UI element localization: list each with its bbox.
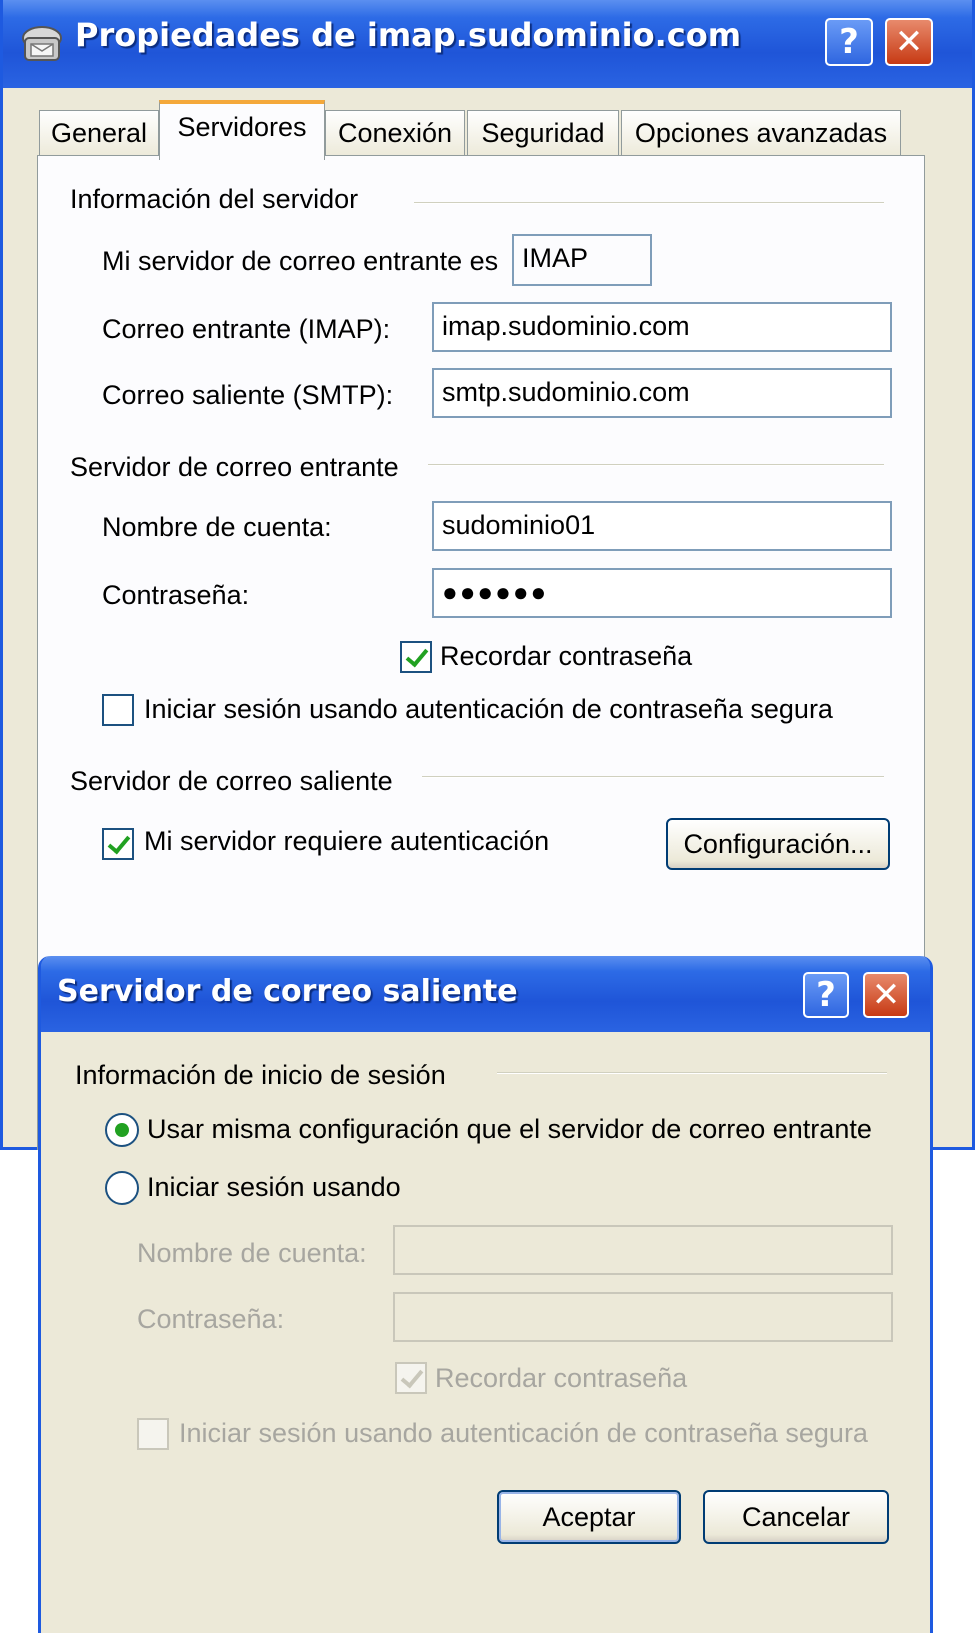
password-input[interactable]: ●●●●●● — [432, 568, 892, 618]
tab-conexion[interactable]: Conexión — [325, 110, 465, 158]
requires-auth-checkbox[interactable] — [102, 828, 134, 860]
incoming-server-label: Correo entrante (IMAP): — [102, 314, 391, 344]
spa-label: Iniciar sesión usando autenticación de c… — [144, 694, 833, 724]
password-label: Contraseña: — [102, 580, 250, 610]
dialog-password-label: Contraseña: — [137, 1304, 285, 1334]
tab-servidores[interactable]: Servidores — [159, 100, 325, 160]
incoming-server-heading: Servidor de correo entrante — [70, 452, 399, 482]
use-same-settings-radio[interactable] — [105, 1113, 139, 1147]
login-using-radio[interactable] — [105, 1171, 139, 1205]
dialog-remember-password-label: Recordar contraseña — [435, 1363, 688, 1393]
outgoing-server-heading: Servidor de correo saliente — [70, 766, 393, 796]
title-bar[interactable]: Propiedades de imap.sudominio.com ? ✕ — [3, 0, 972, 88]
login-info-heading: Información de inicio de sesión — [75, 1060, 446, 1090]
outgoing-server-input[interactable]: smtp.sudominio.com — [432, 368, 892, 418]
incoming-type-label: Mi servidor de correo entrante es — [102, 246, 499, 276]
dialog-remember-password-checkbox[interactable] — [395, 1362, 427, 1394]
server-info-heading: Información del servidor — [70, 184, 359, 214]
outgoing-server-label: Correo saliente (SMTP): — [102, 380, 394, 410]
tab-general[interactable]: General — [39, 110, 159, 158]
dialog-spa-label: Iniciar sesión usando autenticación de c… — [179, 1418, 868, 1448]
account-name-label: Nombre de cuenta: — [102, 512, 332, 542]
use-same-settings-label: Usar misma configuración que el servidor… — [147, 1114, 872, 1144]
account-name-input[interactable]: sudominio01 — [432, 501, 892, 551]
mail-account-icon — [22, 26, 62, 61]
dialog-account-input[interactable] — [393, 1225, 893, 1275]
dialog-help-button[interactable]: ? — [803, 972, 849, 1018]
dialog-password-input[interactable] — [393, 1292, 893, 1342]
separator — [414, 202, 884, 204]
help-button[interactable]: ? — [825, 18, 873, 66]
dialog-spa-checkbox[interactable] — [137, 1418, 169, 1450]
tab-opciones-avanzadas[interactable]: Opciones avanzadas — [621, 110, 901, 158]
cancel-button[interactable]: Cancelar — [703, 1490, 889, 1544]
dialog-account-label: Nombre de cuenta: — [137, 1238, 367, 1268]
remember-password-checkbox[interactable] — [400, 641, 432, 673]
separator — [422, 776, 884, 778]
separator — [497, 1072, 887, 1074]
spa-checkbox[interactable] — [102, 694, 134, 726]
outgoing-server-dialog: Servidor de correo saliente ? ✕ Informac… — [38, 956, 933, 1633]
dialog-title: Servidor de correo saliente — [57, 974, 518, 1009]
dialog-title-bar[interactable]: Servidor de correo saliente ? ✕ — [41, 956, 930, 1032]
incoming-server-input[interactable]: imap.sudominio.com — [432, 302, 892, 352]
incoming-type-field: IMAP — [512, 234, 652, 286]
dialog-close-button[interactable]: ✕ — [863, 972, 909, 1018]
ok-button[interactable]: Aceptar — [497, 1490, 681, 1544]
close-button[interactable]: ✕ — [885, 18, 933, 66]
requires-auth-label: Mi servidor requiere autenticación — [144, 826, 550, 856]
separator — [428, 464, 884, 466]
remember-password-label: Recordar contraseña — [440, 641, 693, 671]
tab-seguridad[interactable]: Seguridad — [467, 110, 619, 158]
configuration-button[interactable]: Configuración... — [666, 818, 890, 870]
window-title: Propiedades de imap.sudominio.com — [75, 16, 742, 54]
login-using-label: Iniciar sesión usando — [147, 1172, 401, 1202]
